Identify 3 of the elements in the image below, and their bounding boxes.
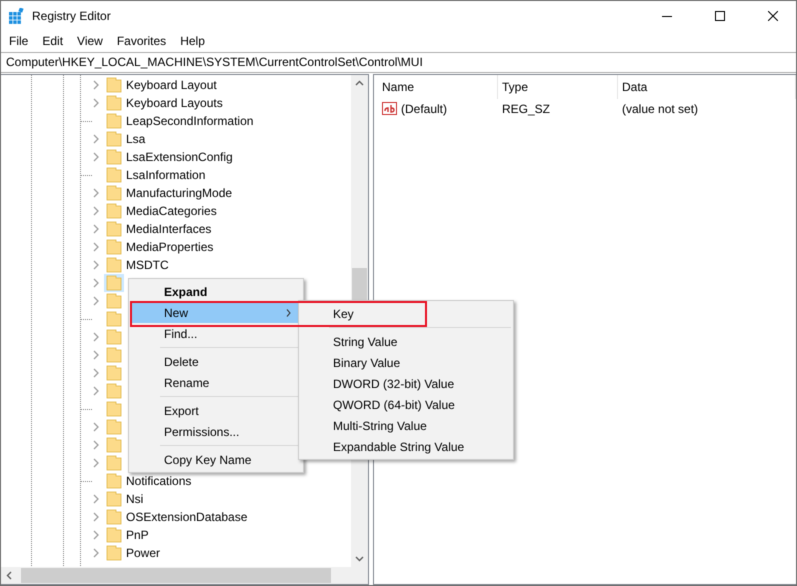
value-data: (value not set) xyxy=(621,102,700,116)
window-title: Registry Editor xyxy=(32,9,112,23)
value-type: REG_SZ xyxy=(501,102,552,116)
